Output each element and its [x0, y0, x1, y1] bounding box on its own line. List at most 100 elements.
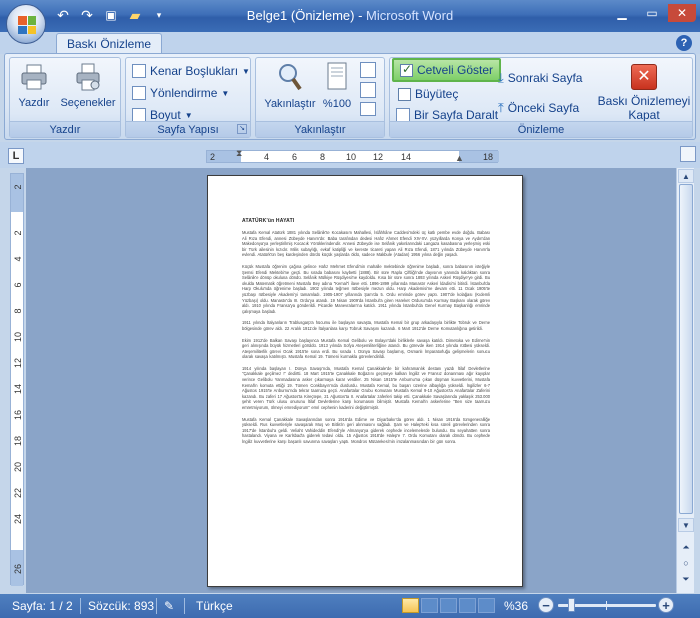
shrink-page-icon — [396, 108, 410, 122]
ruler-tick: 4 — [264, 152, 270, 162]
app-name: Microsoft Word — [366, 8, 454, 23]
window-controls: ▁ ▭ ✕ — [608, 4, 696, 22]
ruler-tick: 6 — [292, 152, 298, 162]
magnifier-checkbox[interactable]: Büyüteç — [398, 84, 458, 104]
chevron-down-icon: ▼ — [242, 66, 250, 76]
ruler-tick: 4 — [13, 256, 23, 262]
tab-print-preview[interactable]: Baskı Önizleme — [56, 33, 163, 55]
ribbon-tab-row: Baskı Önizleme ? — [0, 32, 700, 55]
ruler-tick: 2 — [13, 184, 23, 190]
document-area[interactable]: ATATÜRK'ün HAYATI Mustafa Kemal Atatürk … — [26, 168, 676, 593]
ruler-tick: 22 — [13, 488, 23, 499]
printer-icon — [21, 64, 47, 90]
zoom-slider-thumb[interactable] — [568, 598, 575, 612]
paragraph: Ekim 1912'de Balkan Savaşı başlayınca Mu… — [242, 337, 490, 360]
preview-page[interactable]: ATATÜRK'ün HAYATI Mustafa Kemal Atatürk … — [207, 175, 523, 587]
page-size-icon — [132, 108, 146, 122]
word-count[interactable]: Sözcük: 893 — [88, 599, 154, 613]
margins-button[interactable]: Kenar Boşlukları ▼ — [132, 61, 250, 81]
draft-icon[interactable] — [478, 598, 495, 613]
group-title-page-setup: Sayfa Yapısı — [126, 121, 250, 137]
ruler-tick: 14 — [401, 152, 412, 162]
options-button[interactable]: Seçenekler — [58, 62, 118, 109]
group-preview: Cetveli Göster Büyüteç Bir Sayfa Daralt … — [389, 57, 693, 138]
language-indicator[interactable]: Türkçe — [196, 599, 233, 613]
full-screen-reading-icon[interactable] — [421, 598, 438, 613]
outline-icon[interactable] — [459, 598, 476, 613]
group-title-preview: Önizleme — [390, 121, 692, 137]
paragraph: 1911 yılında İtalyanların Trablusgarp'a … — [242, 320, 490, 331]
page-count[interactable]: Sayfa: 1 / 2 — [12, 599, 73, 613]
previous-page-nav-icon[interactable]: ⏶ — [678, 542, 694, 556]
ruler-row: L 2 ⧗ 4 6 8 10 12 14 ▲ 18 — [0, 142, 700, 168]
vertical-ruler[interactable]: 2 2 4 6 8 10 12 14 16 18 20 22 24 26 — [10, 173, 24, 586]
group-print: Yazdır Seçenekler Yazdır — [9, 57, 121, 138]
print-button[interactable]: Yazdır — [16, 62, 52, 109]
page-100-icon — [327, 62, 347, 90]
dialog-launcher-icon[interactable]: ↘ — [237, 124, 247, 134]
ruler-tick: 20 — [13, 462, 23, 473]
tab-selector-icon[interactable]: L — [8, 148, 24, 164]
zoom-100-button[interactable]: %100 — [320, 61, 354, 110]
ruler-tick: 10 — [346, 152, 357, 162]
page-width-icon[interactable] — [360, 102, 376, 116]
ruler-tick: 14 — [13, 384, 23, 395]
indent-marker-icon[interactable]: ⧗ — [236, 148, 242, 159]
zoom-button[interactable]: Yakınlaştır — [260, 61, 320, 110]
ribbon: Yazdır Seçenekler Yazdır Kenar Boşluklar… — [4, 53, 696, 140]
help-icon[interactable]: ? — [676, 35, 692, 51]
right-indent-marker-icon[interactable]: ▲ — [455, 153, 464, 163]
two-pages-icon[interactable] — [360, 82, 376, 98]
horizontal-ruler[interactable]: 2 ⧗ 4 6 8 10 12 14 ▲ 18 — [206, 148, 499, 163]
checkbox-unchecked-icon — [398, 87, 411, 101]
close-print-preview-button[interactable]: ✕ Baskı Önizlemeyi Kapat — [596, 62, 692, 122]
window-title: Belge1 (Önizleme) - Microsoft Word — [246, 8, 454, 23]
previous-page-icon: ⤒ — [498, 100, 504, 115]
document-name: Belge1 (Önizleme) — [246, 8, 355, 23]
browse-object-icon[interactable]: ○ — [678, 558, 694, 572]
ruler-tick: 6 — [13, 282, 23, 288]
vertical-scrollbar[interactable]: ▲ ▼ ⏶ ○ ⏷ — [676, 168, 694, 593]
document-heading: ATATÜRK'ün HAYATI — [242, 218, 295, 224]
zoom-in-icon[interactable]: + — [658, 597, 674, 613]
ruler-tick: 12 — [13, 358, 23, 369]
maximize-icon[interactable]: ▭ — [638, 4, 666, 22]
group-page-setup: Kenar Boşlukları ▼ Yönlendirme ▼ Boyut ▼ Sa… — [125, 57, 251, 138]
show-ruler-checkbox[interactable]: Cetveli Göster — [392, 58, 502, 82]
scroll-down-icon[interactable]: ▼ — [678, 518, 694, 532]
page-content: ATATÜRK'ün HAYATI Mustafa Kemal Atatürk … — [242, 218, 490, 451]
group-zoom: Yakınlaştır %100 Yakınlaştır — [255, 57, 385, 138]
chevron-down-icon: ▼ — [184, 110, 193, 120]
checkbox-checked-icon — [400, 62, 413, 77]
paragraph: Mustafa Kemal Çanakkale Savaşlarından so… — [242, 416, 490, 444]
print-layout-icon[interactable] — [402, 598, 419, 613]
close-preview-icon: ✕ — [631, 64, 657, 90]
scroll-up-icon[interactable]: ▲ — [678, 169, 694, 183]
next-page-nav-icon[interactable]: ⏷ — [678, 574, 694, 588]
close-icon[interactable]: ✕ — [668, 4, 696, 22]
magnifier-icon — [279, 64, 302, 91]
ruler-tick: 24 — [13, 514, 23, 525]
previous-page-button[interactable]: ⤒ Önceki Sayfa — [498, 98, 579, 118]
one-page-icon[interactable] — [360, 62, 376, 78]
orientation-icon — [132, 86, 146, 100]
ruler-tick: 2 — [13, 230, 23, 236]
minimize-icon[interactable]: ▁ — [608, 4, 636, 22]
ruler-tick: 16 — [13, 410, 23, 421]
zoom-out-icon[interactable]: − — [538, 597, 554, 613]
zoom-level[interactable]: %36 — [504, 599, 528, 613]
spell-check-icon[interactable]: ✎ — [164, 599, 174, 613]
view-ruler-icon[interactable] — [680, 146, 696, 162]
office-logo-icon — [18, 16, 36, 34]
office-button[interactable] — [6, 4, 46, 44]
paragraph: 1914 yılında başlayan I. Dünya Savaşı'nd… — [242, 365, 490, 411]
paragraph: Mustafa Kemal Atatürk 1881 yılında Selân… — [242, 230, 490, 258]
title-bar: ↶ ↷ ▣ ▰ ▾ Belge1 (Önizleme) - Microsoft … — [0, 0, 700, 32]
ruler-tick: 2 — [210, 152, 216, 162]
orientation-button[interactable]: Yönlendirme ▼ — [132, 83, 229, 103]
ruler-tick: 8 — [320, 152, 326, 162]
view-buttons — [402, 598, 495, 613]
scroll-thumb[interactable] — [679, 184, 693, 514]
web-layout-icon[interactable] — [440, 598, 457, 613]
next-page-button[interactable]: ⤓ Sonraki Sayfa — [498, 68, 582, 88]
